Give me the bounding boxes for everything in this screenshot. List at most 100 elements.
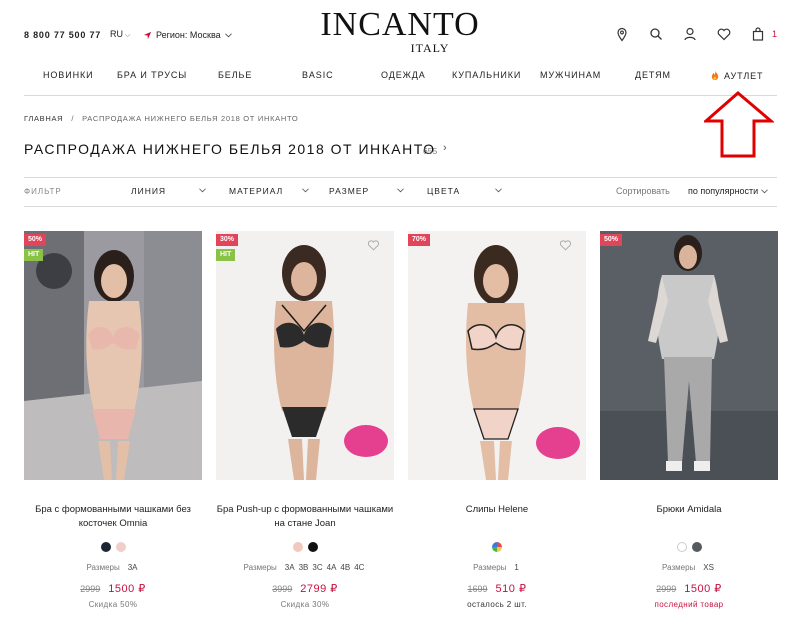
price-block: 1699 510 ₽	[408, 582, 586, 595]
site-logo[interactable]: INCANTO ITALY	[300, 6, 500, 55]
color-swatches	[600, 542, 778, 554]
size-list: Размеры XS	[600, 563, 778, 572]
shopping-bag-icon[interactable]	[750, 26, 766, 42]
color-swatch[interactable]	[492, 542, 502, 552]
size-option[interactable]: 3A	[128, 563, 138, 572]
sizes-label: Размеры	[86, 563, 120, 572]
product-card[interactable]: 50% HIT Бра с формованными чашками без к…	[24, 231, 202, 621]
sort-label: Сортировать	[616, 186, 670, 196]
chevron-down-icon	[224, 32, 232, 37]
product-name[interactable]: Бра Push-up с формованными чашками на ст…	[216, 503, 394, 531]
product-card[interactable]: 50% Брюки Amidala Размеры XS 2999 1500 ₽ п…	[600, 231, 778, 621]
chevron-right-icon[interactable]: ›	[443, 142, 447, 154]
nav-item-belie[interactable]: БЕЛЬЕ	[218, 70, 252, 80]
discount-note: Скидка 30%	[280, 600, 330, 609]
product-photo[interactable]: 30% HIT	[216, 231, 394, 480]
model-photo-placeholder	[216, 231, 394, 480]
product-photo[interactable]: 50% HIT	[24, 231, 202, 480]
nav-item-odezhda[interactable]: ОДЕЖДА	[381, 70, 426, 80]
nav-item-kupalniki[interactable]: КУПАЛЬНИКИ	[452, 70, 521, 80]
filter-label: ФИЛЬТР	[24, 187, 62, 196]
sale-price: 510 ₽	[495, 583, 527, 595]
discount-badge: 50%	[600, 234, 623, 246]
size-option[interactable]: XS	[703, 563, 714, 572]
nav-item-outlet[interactable]: АУТЛЕТ	[710, 70, 763, 81]
map-pin-icon[interactable]	[614, 26, 630, 42]
chevron-down-icon	[397, 188, 404, 193]
chevron-down-icon: ⌵	[125, 32, 131, 39]
model-photo-placeholder	[408, 231, 586, 480]
size-option[interactable]: 3B	[299, 563, 309, 572]
location-arrow-icon	[143, 31, 152, 39]
wishlist-heart-icon[interactable]	[367, 239, 380, 251]
color-swatch[interactable]	[292, 542, 303, 552]
stock-note: последний товар	[654, 600, 724, 609]
size-list: Размеры 3A 3B 3C 4A 4B 4C	[216, 563, 394, 572]
size-option[interactable]: 1	[514, 563, 518, 572]
product-card[interactable]: 70% Слипы Helene Размеры 1 1699 510 ₽ оста…	[408, 231, 586, 621]
product-photo[interactable]: 70%	[408, 231, 586, 480]
phone-number[interactable]: 8 800 77 500 77	[24, 30, 101, 40]
chevron-down-icon	[495, 188, 502, 193]
product-count: 655	[423, 146, 438, 156]
price-block: 2999 1500 ₽	[600, 582, 778, 595]
user-icon[interactable]	[682, 26, 698, 42]
product-name[interactable]: Слипы Helene	[408, 503, 586, 517]
hit-badge: HIT	[24, 249, 44, 261]
sort-dropdown[interactable]: по популярности	[688, 186, 777, 196]
filter-line-dropdown[interactable]: ЛИНИЯ	[131, 186, 206, 196]
color-swatch[interactable]	[691, 542, 702, 552]
product-photo[interactable]: 50%	[600, 231, 778, 480]
size-list: Размеры 1	[408, 563, 586, 572]
filter-color-dropdown[interactable]: ЦВЕТА	[427, 186, 502, 196]
filter-material-label: МАТЕРИАЛ	[229, 186, 284, 196]
breadcrumb: ГЛАВНАЯ / РАСПРОДАЖА НИЖНЕГО БЕЛЬЯ 2018 ОТ…	[24, 114, 298, 123]
annotation-arrow	[704, 91, 774, 158]
sort-value: по популярности	[688, 186, 759, 196]
sizes-label: Размеры	[243, 563, 277, 572]
size-option[interactable]: 3C	[312, 563, 322, 572]
size-option[interactable]: 4C	[354, 563, 364, 572]
logo-text: INCANTO	[320, 6, 480, 43]
model-photo-placeholder	[24, 231, 202, 480]
fire-icon	[711, 70, 719, 81]
size-option[interactable]: 4B	[340, 563, 350, 572]
filter-size-dropdown[interactable]: РАЗМЕР	[329, 186, 404, 196]
product-name[interactable]: Брюки Amidala	[600, 503, 778, 517]
filter-line-label: ЛИНИЯ	[131, 186, 167, 196]
sale-price: 2799 ₽	[300, 583, 338, 595]
header-icons	[612, 26, 792, 44]
header: 8 800 77 500 77 RU ⌵ Регион: Москва INCAN…	[0, 0, 800, 60]
nav-item-bra[interactable]: БРА И ТРУСЫ	[117, 70, 187, 80]
color-swatches	[216, 542, 394, 554]
region-selector[interactable]: Регион: Москва	[143, 30, 232, 40]
nav-item-men[interactable]: МУЖЧИНАМ	[540, 70, 601, 80]
product-card[interactable]: 30% HIT Бра Push-up с формованными чашка…	[216, 231, 394, 621]
sizes-label: Размеры	[662, 563, 696, 572]
size-list: Размеры 3A	[24, 563, 202, 572]
nav-item-basic[interactable]: BASIC	[302, 70, 334, 80]
color-swatches	[24, 542, 202, 554]
breadcrumb-home[interactable]: ГЛАВНАЯ	[24, 114, 63, 123]
wishlist-heart-icon[interactable]	[559, 239, 572, 251]
color-swatches	[408, 542, 586, 554]
sale-price: 1500 ₽	[108, 583, 146, 595]
nav-item-kids[interactable]: ДЕТЯМ	[635, 70, 671, 80]
nav-item-outlet-label: АУТЛЕТ	[724, 71, 764, 81]
color-swatch[interactable]	[676, 542, 687, 552]
nav-item-novinki[interactable]: НОВИНКИ	[43, 70, 93, 80]
product-name[interactable]: Бра с формованными чашками без косточек …	[24, 503, 202, 531]
sale-price: 1500 ₽	[684, 583, 722, 595]
filter-material-dropdown[interactable]: МАТЕРИАЛ	[229, 186, 309, 196]
color-swatch[interactable]	[307, 542, 318, 552]
color-swatch[interactable]	[100, 542, 111, 552]
old-price: 2999	[656, 584, 677, 594]
heart-icon[interactable]	[716, 26, 732, 42]
model-photo-placeholder	[600, 231, 778, 480]
discount-badge: 50%	[24, 234, 47, 246]
search-icon[interactable]	[648, 26, 664, 42]
language-selector[interactable]: RU ⌵	[110, 29, 130, 40]
color-swatch[interactable]	[115, 542, 126, 552]
size-option[interactable]: 3A	[285, 563, 295, 572]
size-option[interactable]: 4A	[327, 563, 337, 572]
